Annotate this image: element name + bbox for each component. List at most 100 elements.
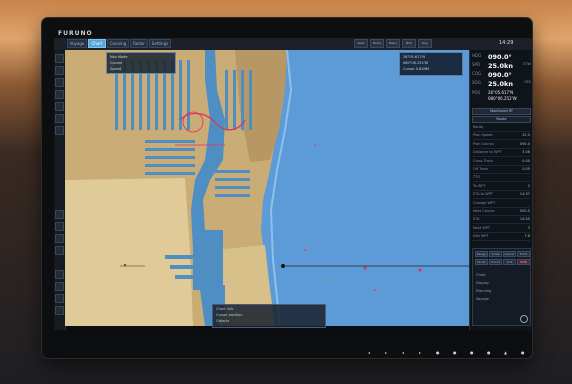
tab-radar[interactable]: Radar — [130, 39, 148, 48]
save-icon[interactable] — [55, 294, 64, 303]
info-icon[interactable] — [55, 282, 64, 291]
menu-button[interactable]: Menu — [386, 39, 400, 48]
route-info-row: Off Track 0.05 — [473, 167, 530, 174]
route-info-label: Plan Course — [473, 141, 494, 146]
route-info-label: Plan Speed — [473, 133, 493, 138]
route-info-label: Cross Track — [473, 158, 493, 163]
layer-icon[interactable] — [55, 102, 64, 111]
bezel-button[interactable]: ● — [436, 350, 440, 355]
route-info-row: ETA to WPT 14:37 — [473, 192, 530, 200]
bezel-button[interactable]: ● — [470, 350, 474, 355]
bezel-button[interactable]: ● — [453, 350, 457, 355]
bp-label-display: Display — [476, 281, 489, 285]
track-button[interactable]: Track — [517, 251, 530, 257]
route-info-label: Next Course — [473, 209, 495, 213]
monitored-route-header[interactable]: Monitored RT — [472, 108, 531, 115]
range-button[interactable]: Range — [475, 251, 488, 257]
route-info-value: 14:37 — [519, 192, 530, 197]
brilliance-button[interactable]: Brill — [402, 39, 416, 48]
hdg-readout: HDG 090.0° — [472, 53, 512, 61]
route-info-row: Cross Track 0.00 — [473, 159, 530, 166]
route-info-label: Change WPT — [473, 200, 496, 205]
right-info-panel: HDG 090.0° SPD 25.0kn STW COG 090.0° SOG… — [469, 50, 532, 330]
route-subheader[interactable]: Route — [472, 116, 531, 123]
route-info-row: Next Course 090.0 — [473, 209, 530, 216]
route-info-row: Change WPT — [473, 201, 530, 208]
tab-settings[interactable]: Settings — [149, 39, 171, 48]
route-info-label: Off Track — [473, 167, 489, 171]
ecdis-screen: Voyage Chart Conning Radar Settings Aler… — [54, 38, 532, 330]
tab-voyage[interactable]: Voyage — [67, 39, 87, 48]
bezel-button[interactable]: ● — [521, 350, 525, 355]
ruler-icon[interactable] — [55, 114, 64, 123]
bezel-button[interactable]: ◂ — [368, 350, 370, 355]
center-button[interactable]: Center — [503, 251, 516, 257]
bezel-button[interactable]: ◂ — [402, 350, 404, 355]
brand-logo: FURUNO — [58, 30, 93, 37]
route-info-value: 3 — [527, 225, 530, 230]
power-icon[interactable] — [520, 315, 528, 323]
route-info-label: ETA — [473, 217, 480, 222]
mode-button[interactable]: Mode — [370, 39, 384, 48]
chart-canvas — [65, 50, 469, 326]
cog-readout: COG 090.0° — [472, 71, 512, 79]
route-info-value: 25.0 — [522, 133, 530, 138]
bottom-control-panel: Range Scale Center Track Mode Event ACK … — [472, 248, 531, 326]
settings-icon[interactable] — [55, 270, 64, 279]
nautical-chart[interactable] — [65, 50, 469, 326]
route-info-label: Distance to WPT — [473, 150, 502, 155]
bezel-button[interactable]: ▸ — [385, 350, 387, 355]
route-info-label: TTG — [473, 175, 480, 180]
route-info-value: 0.00 — [522, 158, 530, 163]
route-icon[interactable] — [55, 210, 64, 219]
track-icon[interactable] — [55, 234, 64, 243]
orientation-icon[interactable] — [55, 90, 64, 99]
spd-readout: SPD 25.0kn STW — [472, 62, 531, 70]
bp-label-voyage: Voyage — [476, 297, 489, 301]
event-button[interactable]: Event — [489, 259, 502, 265]
bezel-button[interactable]: ▸ — [419, 350, 421, 355]
route-info-row: TTG — [473, 175, 530, 183]
route-info-label: Next WPT — [473, 225, 490, 230]
mob-button[interactable]: MOB — [517, 259, 530, 265]
clock: 14:29 — [499, 40, 514, 46]
tab-chart[interactable]: Chart — [88, 39, 106, 48]
tab-conning[interactable]: Conning — [107, 39, 129, 48]
day-night-button[interactable]: Day — [418, 39, 432, 48]
cursor-info-box: 26°05.617'N 080°06.252'W Cursor 0.61NM — [399, 52, 463, 76]
print-icon[interactable] — [55, 306, 64, 315]
route-info-row: Distance to WPT 3.08 — [473, 150, 530, 158]
route-info-row: Next WPT 3 — [473, 226, 530, 233]
center-icon[interactable] — [55, 78, 64, 87]
ack-button[interactable]: ACK — [503, 259, 516, 265]
bezel-button[interactable]: ● — [487, 350, 491, 355]
route-info-row: Plan Course 090.0 — [473, 142, 530, 149]
waypoint-icon[interactable] — [55, 222, 64, 231]
route-info-row: Route — [473, 125, 530, 132]
scale-button[interactable]: Scale — [489, 251, 502, 257]
route-info-label: To WPT — [473, 183, 486, 188]
bp-label-chart: Chart — [476, 273, 486, 277]
route-info-label: ETA to WPT — [473, 192, 493, 197]
route-info-label: Route — [473, 125, 484, 129]
mode-button-2[interactable]: Mode — [475, 259, 488, 265]
route-info-value: 090.0 — [519, 141, 530, 146]
pos-lon: 080°06.252'W — [488, 96, 517, 101]
route-info-label: Dist WPT — [473, 234, 489, 239]
route-info-row: To WPT 2 — [473, 184, 530, 191]
route-info-value: 3.08 — [522, 150, 530, 155]
route-info-value: 2 — [527, 183, 530, 188]
event-icon[interactable] — [55, 246, 64, 255]
alert-button[interactable]: Alert — [354, 39, 368, 48]
bp-label-planning: Planning — [476, 289, 492, 293]
bezel-button[interactable]: ▲ — [504, 350, 507, 355]
hud-overlay: Nav Mode Course Speed — [106, 52, 176, 74]
route-info-row: Dist WPT 7.6 — [473, 234, 530, 242]
route-info-row: Plan Speed 25.0 — [473, 133, 530, 141]
zoom-out-icon[interactable] — [55, 66, 64, 75]
chart-info-popup[interactable]: Chart Info Cursor position Objects — [212, 304, 326, 328]
route-info-value: 7.6 — [524, 234, 530, 239]
route-info-row: ETA 14:45 — [473, 217, 530, 225]
zoom-in-icon[interactable] — [55, 54, 64, 63]
marker-icon[interactable] — [55, 126, 64, 135]
